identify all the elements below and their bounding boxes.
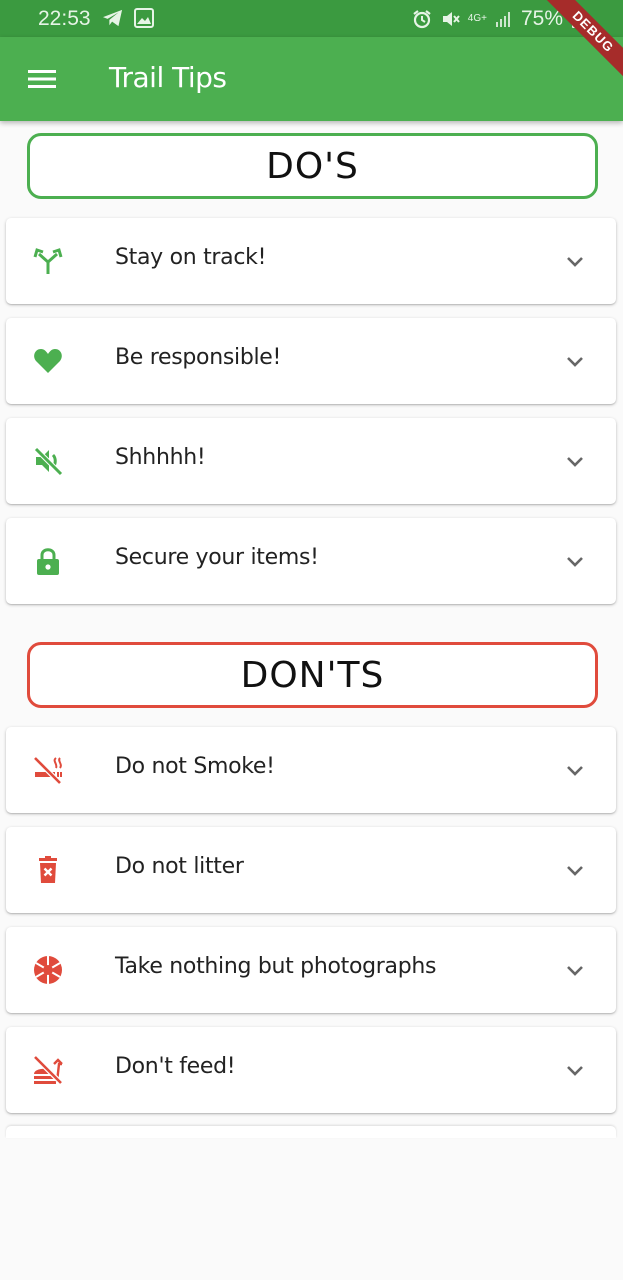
app-bar: Trail Tips	[0, 37, 623, 121]
list-item-label: Do not litter	[115, 854, 244, 879]
image-icon	[134, 8, 154, 34]
donts-heading: DON'TS	[27, 642, 598, 708]
list-item-label: Don't feed!	[115, 1054, 236, 1079]
list-item-label: Secure your items!	[115, 545, 319, 570]
lock-icon	[32, 545, 64, 577]
telegram-icon	[102, 8, 124, 34]
no-food-icon	[32, 1054, 64, 1086]
page-title: Trail Tips	[109, 61, 227, 94]
chevron-down-icon[interactable]	[564, 759, 586, 781]
list-item-partial	[6, 1126, 616, 1138]
chevron-down-icon[interactable]	[564, 859, 586, 881]
dos-heading: DO'S	[27, 133, 598, 199]
signal-icon	[495, 10, 513, 28]
delete-forever-icon	[32, 854, 64, 886]
chevron-down-icon[interactable]	[564, 550, 586, 572]
list-item-label: Do not Smoke!	[115, 754, 275, 779]
list-item-label: Stay on track!	[115, 245, 267, 270]
chevron-down-icon[interactable]	[564, 250, 586, 272]
status-time: 22:53	[38, 7, 91, 30]
list-item[interactable]: Do not Smoke!	[6, 727, 616, 813]
list-item[interactable]: Be responsible!	[6, 318, 616, 404]
list-item[interactable]: Stay on track!	[6, 218, 616, 304]
list-item-label: Take nothing but photographs	[115, 954, 437, 979]
status-bar: 22:53 4G+ 75%	[0, 0, 623, 37]
list-item[interactable]: Shhhhh!	[6, 418, 616, 504]
chevron-down-icon[interactable]	[564, 1059, 586, 1081]
list-item-label: Be responsible!	[115, 345, 282, 370]
fork-arrows-icon	[32, 245, 64, 277]
chevron-down-icon[interactable]	[564, 450, 586, 472]
list-item[interactable]: Don't feed!	[6, 1027, 616, 1113]
camera-shutter-icon	[32, 954, 64, 986]
mute-icon	[440, 9, 460, 29]
network-type: 4G+	[467, 13, 487, 24]
list-item[interactable]: Do not litter	[6, 827, 616, 913]
menu-icon[interactable]	[26, 66, 58, 92]
list-item-label: Shhhhh!	[115, 445, 206, 470]
chevron-down-icon[interactable]	[564, 959, 586, 981]
no-smoking-icon	[32, 754, 64, 786]
tips-list: DO'S Stay on track! Be responsible! Shhh…	[0, 121, 623, 1280]
alarm-icon	[412, 9, 432, 29]
volume-off-icon	[32, 445, 64, 477]
list-item[interactable]: Take nothing but photographs	[6, 927, 616, 1013]
heart-icon	[32, 345, 64, 377]
list-item[interactable]: Secure your items!	[6, 518, 616, 604]
chevron-down-icon[interactable]	[564, 350, 586, 372]
